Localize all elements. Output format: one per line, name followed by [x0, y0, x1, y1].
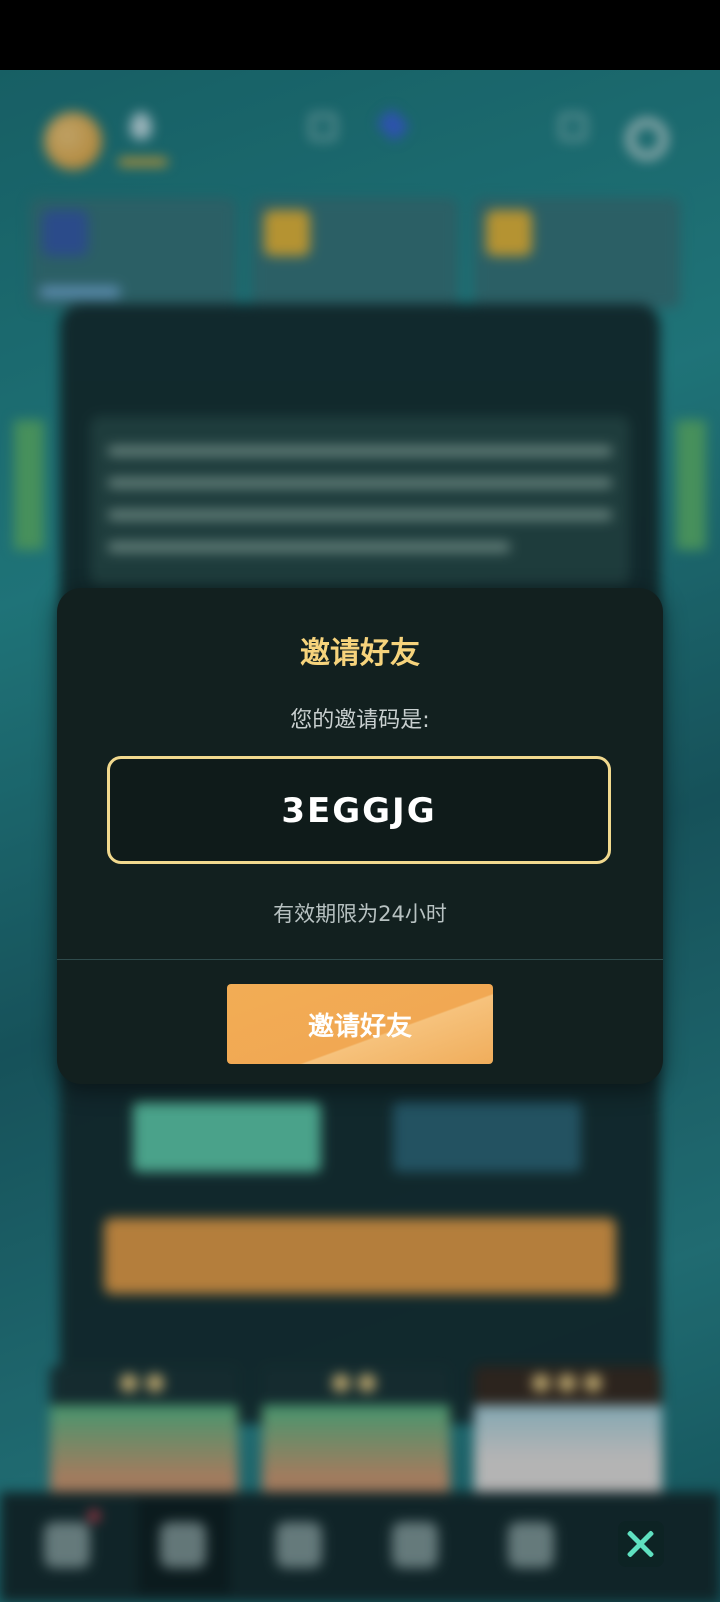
invite-code[interactable]: 3EGGJG	[110, 791, 608, 831]
status-bar	[0, 0, 720, 70]
dialog-title: 邀请好友	[300, 636, 420, 671]
validity-text: 有效期限为24小时	[273, 902, 447, 926]
close-icon[interactable]	[618, 1521, 664, 1567]
invite-code-label: 您的邀请码是:	[290, 708, 430, 733]
invite-friends-dialog: 邀请好友 您的邀请码是: 3EGGJG 有效期限为24小时 邀请好友	[57, 588, 663, 1084]
invite-friends-button[interactable]: 邀请好友	[227, 984, 493, 1064]
divider	[57, 959, 663, 960]
invite-code-box[interactable]: 3EGGJG	[107, 756, 611, 864]
